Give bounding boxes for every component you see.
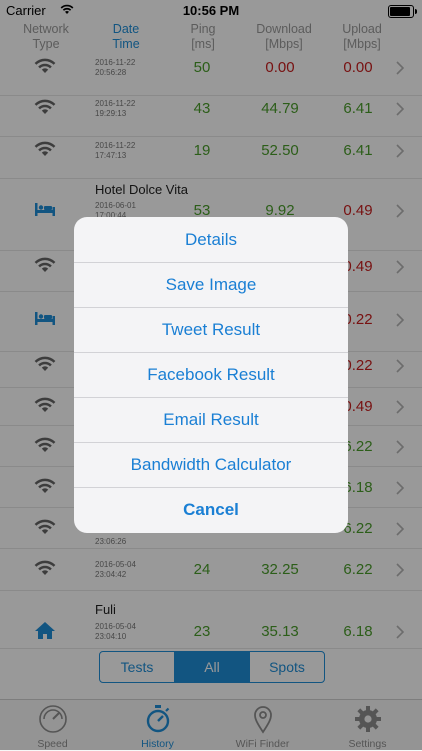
email-result-button[interactable]: Email Result	[74, 397, 348, 443]
facebook-result-button[interactable]: Facebook Result	[74, 352, 348, 398]
details-button[interactable]: Details	[74, 217, 348, 263]
bandwidth-calculator-button[interactable]: Bandwidth Calculator	[74, 442, 348, 488]
save-image-button[interactable]: Save Image	[74, 262, 348, 308]
cancel-button[interactable]: Cancel	[74, 487, 348, 532]
share-action-sheet: Details Save Image Tweet Result Facebook…	[74, 217, 348, 533]
tweet-result-button[interactable]: Tweet Result	[74, 307, 348, 353]
